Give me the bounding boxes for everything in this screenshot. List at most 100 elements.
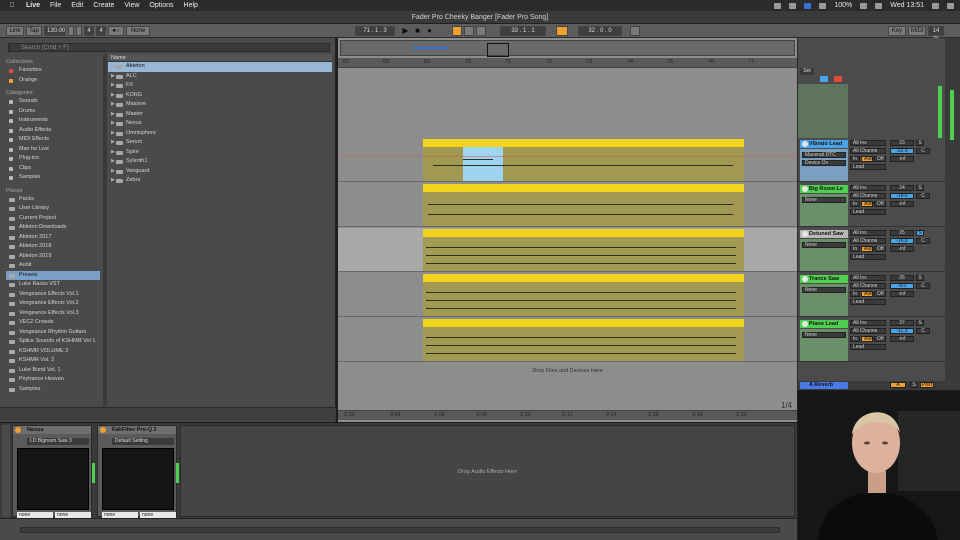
nudge-up-icon[interactable] [76,26,82,36]
menu-create[interactable]: Create [93,2,114,9]
send-field[interactable]: -inf [890,156,914,162]
link-button[interactable]: Link [6,26,24,36]
midi-clip[interactable] [423,237,744,271]
expand-arrow-icon[interactable]: ▶ [111,81,115,91]
monitor-in-button[interactable]: In [850,336,860,342]
status-icon[interactable] [804,2,812,9]
category-item[interactable]: Sounds [6,97,100,107]
place-item[interactable]: Ableton 2018 [6,242,100,252]
menubar-clock[interactable]: Wed 13:51 [890,2,924,9]
track-lane-detuned-saw[interactable] [338,228,797,272]
category-item[interactable]: Max for Live [6,145,100,155]
device-title-bar[interactable]: Nexus [13,426,91,434]
track-body[interactable]: None [800,239,848,271]
track-title-bar[interactable]: Piano Lead [800,320,848,328]
track-detuned-saw[interactable]: Detuned Saw None All Ins All Channe In A… [798,228,946,272]
audio-to-menu[interactable]: Lead [850,344,886,350]
vertical-scrollbar[interactable] [945,38,960,390]
monitor-off-button[interactable]: Off [874,246,886,252]
monitor-auto-button[interactable]: Auto [861,156,874,162]
midi-map-button[interactable]: MIDI [908,26,926,36]
place-item[interactable]: Vengeance Effects Vol.3 [6,309,100,319]
place-item[interactable]: User Library [6,204,100,214]
metronome-button[interactable]: ●○ [108,26,124,36]
track-number[interactable]: 26 [890,275,914,281]
solo-button[interactable]: S [916,230,924,236]
arrangement-overview[interactable] [340,40,795,57]
time-sig-denominator[interactable]: 4 [96,26,106,36]
track-big-room-lead[interactable]: Big Room Le None All Ins All Channe In A… [798,183,946,227]
track-title-bar[interactable]: Vibrato Lead [800,140,848,148]
menu-app[interactable]: Live [26,2,40,9]
monitor-in-button[interactable]: In [850,246,860,252]
category-item[interactable]: Clips [6,164,100,174]
volume-field[interactable]: -9.0 [890,283,914,289]
place-item[interactable]: Ableton 2017 [6,233,100,243]
midi-from-menu[interactable]: All Ins [850,185,886,191]
loop-length-field[interactable]: 32 . 0 . 0 [578,26,622,36]
track-vibrato-lead[interactable]: Vibrato Lead Macerati DTC Device On All … [798,138,946,182]
monitor-auto-button[interactable]: Auto [861,291,874,297]
monitor-auto-button[interactable]: Auto [861,246,874,252]
expand-arrow-icon[interactable]: ▶ [111,62,115,72]
beat-time-ruler[interactable]: 67 68 69 70 71 72 73 74 75 76 77 [338,58,797,68]
audio-to-menu[interactable]: Lead [850,254,886,260]
loop-start-field[interactable]: 33 . 1 . 1 [500,26,546,36]
track-color-chip[interactable] [834,76,842,82]
plugin-preset-menu[interactable]: LD Bigroom Saw 3 [27,438,89,445]
track-body[interactable]: Macerati DTC Device On [800,149,848,181]
list-item[interactable]: ▶ Zebra [108,176,332,186]
midi-clip-header[interactable] [423,139,744,147]
time-sig-numerator[interactable]: 4 [84,26,94,36]
midi-clip-header[interactable] [423,229,744,237]
key-map-button[interactable]: Key [888,26,906,36]
category-item[interactable]: Audio Effects [6,126,100,136]
expand-arrow-icon[interactable]: ▶ [111,148,115,158]
midi-from-menu[interactable]: All Ins [850,230,886,236]
place-item[interactable]: Vengeance Effects Vol.1 [6,290,100,300]
send-field[interactable]: -inf [890,201,914,207]
midi-from-menu[interactable]: All Ins [850,140,886,146]
place-item[interactable]: Psytrance Heaven [6,375,100,385]
set-button[interactable]: Set [800,68,814,75]
list-item[interactable]: ▶ Omnisphere [108,129,332,139]
send-field[interactable]: -inf [890,246,914,252]
track-lane-piano-lead[interactable] [338,318,797,362]
midi-from-menu[interactable]: All Ins [850,320,886,326]
monitor-off-button[interactable]: Off [874,201,886,207]
list-item[interactable]: ▶ Master [108,110,332,120]
browser-splitter[interactable] [103,54,107,414]
track-activator-icon[interactable] [802,321,808,327]
list-item[interactable]: ▶ Sylenth1 [108,157,332,167]
midi-clip-header[interactable] [423,184,744,192]
track-body[interactable]: None [800,194,848,226]
draw-mode-icon[interactable] [630,26,640,36]
midi-clip[interactable] [423,147,744,181]
list-item[interactable]: ▶ Serum [108,138,332,148]
volume-field[interactable]: -16.0 [890,238,914,244]
midi-clip-header[interactable] [423,274,744,282]
pan-field[interactable]: C [916,328,930,334]
return-solo-button[interactable]: S [910,382,918,388]
status-icon[interactable] [774,2,782,9]
midi-clip[interactable] [423,282,744,316]
list-icon[interactable] [947,2,954,9]
category-item[interactable]: Samples [6,173,100,183]
battery-icon[interactable] [860,2,868,9]
solo-button[interactable]: S [916,140,924,146]
arrangement-view[interactable]: 67 68 69 70 71 72 73 74 75 76 77 Drop Fi… [338,38,797,422]
list-item[interactable]: ▶ Ableton [108,62,332,72]
track-lane-big-room-lead[interactable] [338,183,797,227]
monitor-in-button[interactable]: In [850,156,860,162]
track-lane-vibrato-lead[interactable] [338,138,797,182]
play-icon[interactable]: ▶ [401,26,410,36]
track-activator-icon[interactable] [802,186,808,192]
instrument-input-menu[interactable]: None [802,242,846,248]
place-item[interactable]: Vengeance Effects Vol.2 [6,299,100,309]
return-letter[interactable]: A [890,382,906,388]
track-number[interactable]: 27 [890,320,914,326]
return-track-title[interactable]: A Reverb [800,382,848,389]
menu-options[interactable]: Options [149,2,173,9]
capture-midi-icon[interactable] [476,26,486,36]
track-trance-saw[interactable]: Trance Saw None All Ins All Channe In Au… [798,273,946,317]
